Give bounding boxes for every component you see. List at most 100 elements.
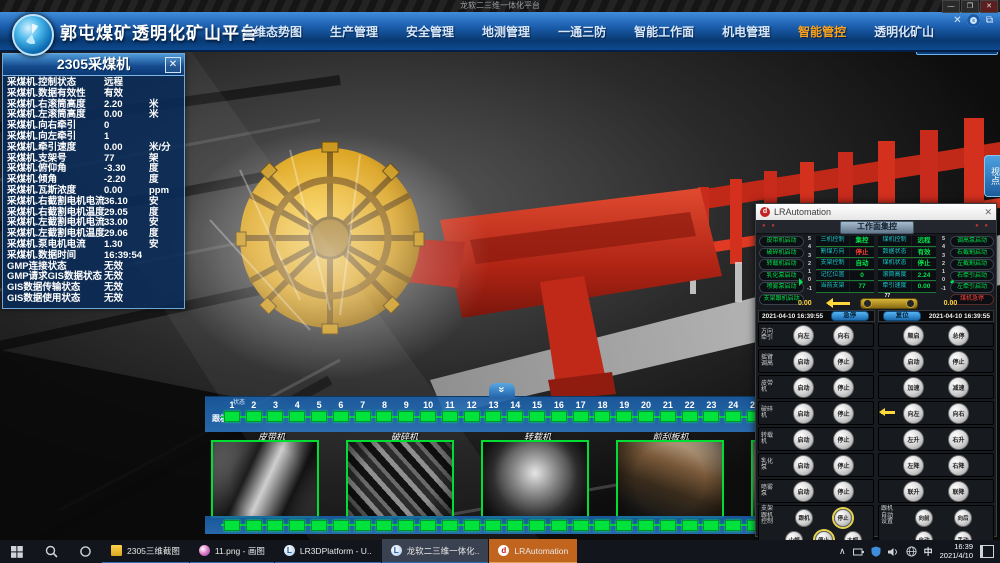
camera-feed-转载机[interactable]: [481, 440, 589, 518]
button-停止[interactable]: 停止: [948, 351, 969, 372]
button-向后[interactable]: 向后: [954, 509, 972, 527]
start-button-喷雾泵启动[interactable]: 喷雾泵启动: [759, 282, 804, 293]
channel-status-box[interactable]: [420, 411, 436, 422]
camera-feed-皮带机[interactable]: [211, 440, 319, 518]
button-启动[interactable]: 启动: [903, 351, 924, 372]
camera-feed-破碎机[interactable]: [346, 440, 454, 518]
start-button-右牵引启动[interactable]: 右牵引启动: [950, 271, 994, 282]
nav-item-三维态势图[interactable]: 三维态势图: [228, 23, 316, 40]
channel-status-box[interactable]: [638, 411, 654, 422]
button-停止[interactable]: 停止: [834, 509, 852, 527]
camera-feed-前刮板机[interactable]: [616, 440, 724, 518]
task-LRAutomation[interactable]: dLRAutomation: [489, 539, 577, 563]
channel-status-box[interactable]: [616, 520, 632, 531]
channel-status-box[interactable]: [246, 411, 262, 422]
channel-status-box[interactable]: [267, 520, 283, 531]
cortana-button[interactable]: [68, 540, 102, 563]
channel-status-box[interactable]: [682, 411, 698, 422]
button-左升[interactable]: 左升: [903, 429, 924, 450]
button-向左[interactable]: 向左: [903, 403, 924, 424]
channel-status-box[interactable]: [442, 411, 458, 422]
channel-status-box[interactable]: [682, 520, 698, 531]
close-button[interactable]: ✕: [980, 0, 998, 13]
shearer-position-marker[interactable]: 77: [860, 298, 918, 309]
button-向右[interactable]: 向右: [833, 325, 854, 346]
channel-status-box[interactable]: [507, 520, 523, 531]
channel-status-box[interactable]: [573, 520, 589, 531]
channel-status-box[interactable]: [311, 520, 327, 531]
channel-status-box[interactable]: [398, 520, 414, 531]
button-总停[interactable]: 总停: [948, 325, 969, 346]
button-停止[interactable]: 停止: [833, 429, 854, 450]
channel-status-box[interactable]: [507, 411, 523, 422]
start-button-左牵引启动[interactable]: 左牵引启动: [950, 282, 994, 293]
channel-status-box[interactable]: [725, 411, 741, 422]
speaker-icon[interactable]: [888, 547, 899, 557]
button-右降[interactable]: 右降: [948, 455, 969, 476]
channel-status-box[interactable]: [529, 411, 545, 422]
nav-item-机电管理[interactable]: 机电管理: [708, 23, 784, 40]
nav-item-智能工作面[interactable]: 智能工作面: [620, 23, 708, 40]
channel-status-box[interactable]: [289, 520, 305, 531]
start-button-转载机启动[interactable]: 转载机启动: [759, 259, 804, 270]
channel-status-box[interactable]: [594, 520, 610, 531]
channel-status-box[interactable]: [376, 411, 392, 422]
channel-status-box[interactable]: [660, 520, 676, 531]
channel-status-box[interactable]: [442, 520, 458, 531]
channel-status-box[interactable]: [573, 411, 589, 422]
channel-status-box[interactable]: [224, 411, 240, 422]
channel-status-box[interactable]: [224, 520, 240, 531]
panel-close-icon[interactable]: ✕: [165, 57, 181, 73]
search-button[interactable]: [34, 540, 68, 563]
battery-icon[interactable]: [853, 547, 864, 557]
task-LR3DPlatform - U..[interactable]: LLR3DPlatform - U..: [275, 539, 381, 563]
button-向左[interactable]: 向左: [793, 325, 814, 346]
channel-status-box[interactable]: [464, 411, 480, 422]
start-button[interactable]: [0, 540, 34, 563]
start-button-乳化泵启动[interactable]: 乳化泵启动: [759, 271, 804, 282]
tray-expand-icon[interactable]: ∧: [839, 546, 846, 557]
channel-status-box[interactable]: [246, 520, 262, 531]
resize-icon[interactable]: ⧉: [983, 14, 996, 27]
channel-status-box[interactable]: [616, 411, 632, 422]
nav-item-一通三防[interactable]: 一通三防: [544, 23, 620, 40]
channel-status-box[interactable]: [485, 411, 501, 422]
button-顺启[interactable]: 顺启: [903, 325, 924, 346]
channel-status-box[interactable]: [355, 411, 371, 422]
nav-item-生产管理[interactable]: 生产管理: [316, 23, 392, 40]
channel-status-box[interactable]: [594, 411, 610, 422]
channel-status-box[interactable]: [420, 520, 436, 531]
channel-status-box[interactable]: [551, 520, 567, 531]
start-button-右截割启动[interactable]: 右截割启动: [950, 248, 994, 259]
collapse-strip-button[interactable]: «: [489, 383, 515, 397]
ime-indicator[interactable]: 中: [924, 545, 933, 558]
channel-status-box[interactable]: [289, 411, 305, 422]
button-向前[interactable]: 向前: [915, 509, 933, 527]
button-启动[interactable]: 启动: [793, 377, 814, 398]
task-11.png - 画图[interactable]: 11.png - 画图: [190, 539, 274, 563]
channel-status-box[interactable]: [529, 520, 545, 531]
start-button-左截割启动[interactable]: 左截割启动: [950, 259, 994, 270]
channel-status-box[interactable]: [355, 520, 371, 531]
lrautomation-close-icon[interactable]: ✕: [984, 206, 992, 218]
button-启动[interactable]: 启动: [793, 429, 814, 450]
maximize-button[interactable]: ❐: [961, 0, 979, 13]
channel-status-box[interactable]: [311, 411, 327, 422]
button-跟机[interactable]: 跟机: [795, 509, 813, 527]
start-button-调高泵启动[interactable]: 调高泵启动: [950, 236, 994, 247]
button-启动[interactable]: 启动: [793, 351, 814, 372]
lrautomation-titlebar[interactable]: d LRAutomation ✕: [756, 204, 996, 220]
channel-status-box[interactable]: [703, 520, 719, 531]
tab-scroll-right[interactable]: ● ●: [975, 223, 990, 229]
button-左降[interactable]: 左降: [903, 455, 924, 476]
channel-status-box[interactable]: [638, 520, 654, 531]
channel-status-box[interactable]: [333, 520, 349, 531]
estop-button[interactable]: 急停: [831, 311, 869, 321]
button-加速[interactable]: 加速: [903, 377, 924, 398]
task-龙软二三维一体化..[interactable]: L龙软二三维一体化..: [382, 539, 489, 563]
button-减速[interactable]: 减速: [948, 377, 969, 398]
tab-scroll-left[interactable]: ● ●: [762, 223, 777, 229]
nav-item-安全管理[interactable]: 安全管理: [392, 23, 468, 40]
nav-item-智能管控[interactable]: 智能管控: [784, 23, 860, 40]
reset-button[interactable]: 复位: [883, 311, 921, 321]
